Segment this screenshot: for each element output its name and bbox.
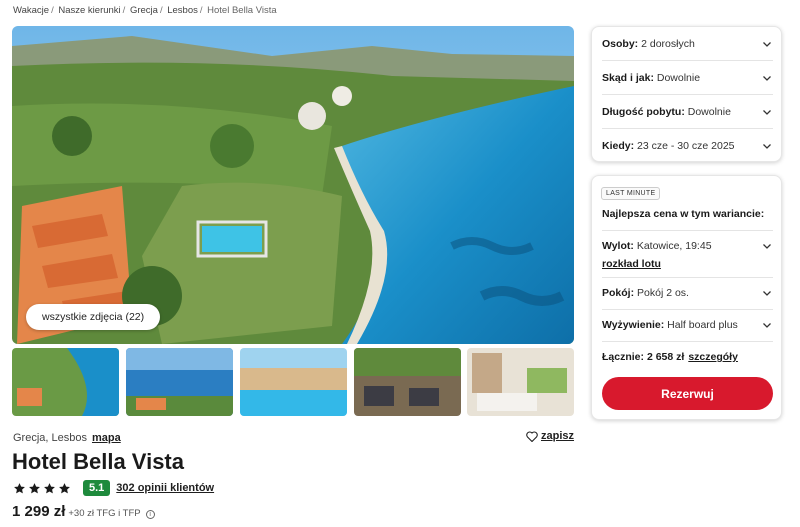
departure-value: Katowice, 19:45 [636,240,712,252]
best-price-heading: Najlepsza cena w tym wariancie: [602,208,765,220]
chevron-down-icon [763,75,771,81]
all-photos-button[interactable]: wszystkie zdjęcia (22) [26,304,161,330]
rating-row: 5.1 302 opinii klientów [13,480,214,496]
thumbnail-2[interactable] [126,348,233,416]
divider [602,309,773,310]
total-label: Łącznie: [602,351,645,363]
total-price: Łącznie: 2 658 zł szczegóły [602,351,738,363]
filter-from-value: Dowolnie [656,71,701,84]
price-extra: +30 zł TFG i TFP [68,508,141,519]
review-score-badge: 5.1 [83,480,111,496]
price-row: 1 299 zł +30 zł TFG i TFP i [12,503,155,520]
breadcrumb-item-grecja[interactable]: Grecja [130,5,158,16]
offer-panel: LAST MINUTE Najlepsza cena w tym warianc… [591,175,782,420]
filter-duration[interactable]: Długość pobytu: Dowolnie [602,95,773,129]
filter-when-value: 23 cze - 30 cze 2025 [637,140,735,152]
total-value: 2 658 zł [646,351,685,363]
hotel-stars [13,482,71,495]
heart-icon [526,430,538,442]
board-select[interactable]: Wyżywienie: Half board plus [602,317,773,333]
thumbnail-image [354,348,461,416]
schedule-row: rozkład lotu [602,256,773,272]
thumbnail-1[interactable] [12,348,119,416]
breadcrumb-separator: / [159,5,163,16]
star-icon [44,482,55,493]
thumbnail-strip [12,348,574,416]
filter-persons[interactable]: Osoby: 2 dorosłych [602,27,773,61]
save-button[interactable]: zapisz [526,430,574,442]
star-icon [29,482,40,493]
breadcrumb-item-hotel: Hotel Bella Vista [207,5,277,16]
filter-from-label: Skąd i jak: [602,71,654,84]
breadcrumb-separator: / [51,5,54,16]
filter-persons-value: 2 dorosłych [641,37,695,50]
map-link[interactable]: mapa [92,432,121,444]
star-icon [14,482,25,493]
room-select[interactable]: Pokój: Pokój 2 os. [602,285,773,301]
hotel-location: Grecja, Lesbos mapa [13,432,121,444]
aerial-coast-illustration [12,26,574,344]
chevron-down-icon [763,109,771,115]
filter-when-label: Kiedy: [602,140,635,152]
thumbnail-3[interactable] [240,348,347,416]
departure-label: Wylot: [602,240,634,252]
hotel-price: 1 299 zł [12,503,66,520]
reserve-button[interactable]: Rezerwuj [602,377,773,410]
chevron-down-icon [763,244,771,249]
filter-duration-value: Dowolnie [687,105,731,118]
chevron-down-icon [763,323,771,328]
chevron-down-icon [763,144,771,149]
breadcrumb-item-wakacje[interactable]: Wakacje [13,5,49,16]
filter-persons-label: Osoby: [602,37,639,50]
thumbnail-image [12,348,119,416]
details-link[interactable]: szczegóły [688,351,738,363]
search-filters-panel: Osoby: 2 dorosłych Skąd i jak: Dowolnie … [591,26,782,162]
star-icon [59,482,70,493]
filter-dates[interactable]: Kiedy: 23 cze - 30 cze 2025 [602,129,773,163]
breadcrumb-separator: / [122,5,126,16]
board-label: Wyżywienie: [602,319,665,331]
info-icon[interactable]: i [145,510,155,519]
hotel-name: Hotel Bella Vista [12,449,184,474]
location-text: Grecja, Lesbos [13,432,87,444]
divider [602,341,773,342]
filter-duration-label: Długość pobytu: [602,105,685,118]
last-minute-badge: LAST MINUTE [601,187,661,200]
breadcrumb: Wakacje / Nasze kierunki / Grecja / Lesbos /… [13,5,277,16]
chevron-down-icon [763,291,771,296]
breadcrumb-item-lesbos[interactable]: Lesbos [167,5,198,16]
main-hotel-photo[interactable] [12,26,574,344]
chevron-down-icon [763,41,771,47]
divider [602,230,773,231]
thumbnail-4[interactable] [354,348,461,416]
thumbnail-5[interactable] [467,348,574,416]
flight-schedule-link[interactable]: rozkład lotu [602,258,661,270]
departure-select[interactable]: Wylot: Katowice, 19:45 [602,238,773,254]
breadcrumb-separator: / [199,5,203,16]
room-label: Pokój: [602,287,635,299]
thumbnail-image [467,348,574,416]
room-value: Pokój 2 os. [637,287,689,299]
breadcrumb-item-kierunki[interactable]: Nasze kierunki [58,5,120,16]
thumbnail-image [126,348,233,416]
filter-departure[interactable]: Skąd i jak: Dowolnie [602,61,773,95]
reviews-link[interactable]: 302 opinii klientów [116,482,214,494]
divider [602,277,773,278]
thumbnail-image [240,348,347,416]
save-label: zapisz [541,430,575,442]
board-value: Half board plus [667,319,738,331]
